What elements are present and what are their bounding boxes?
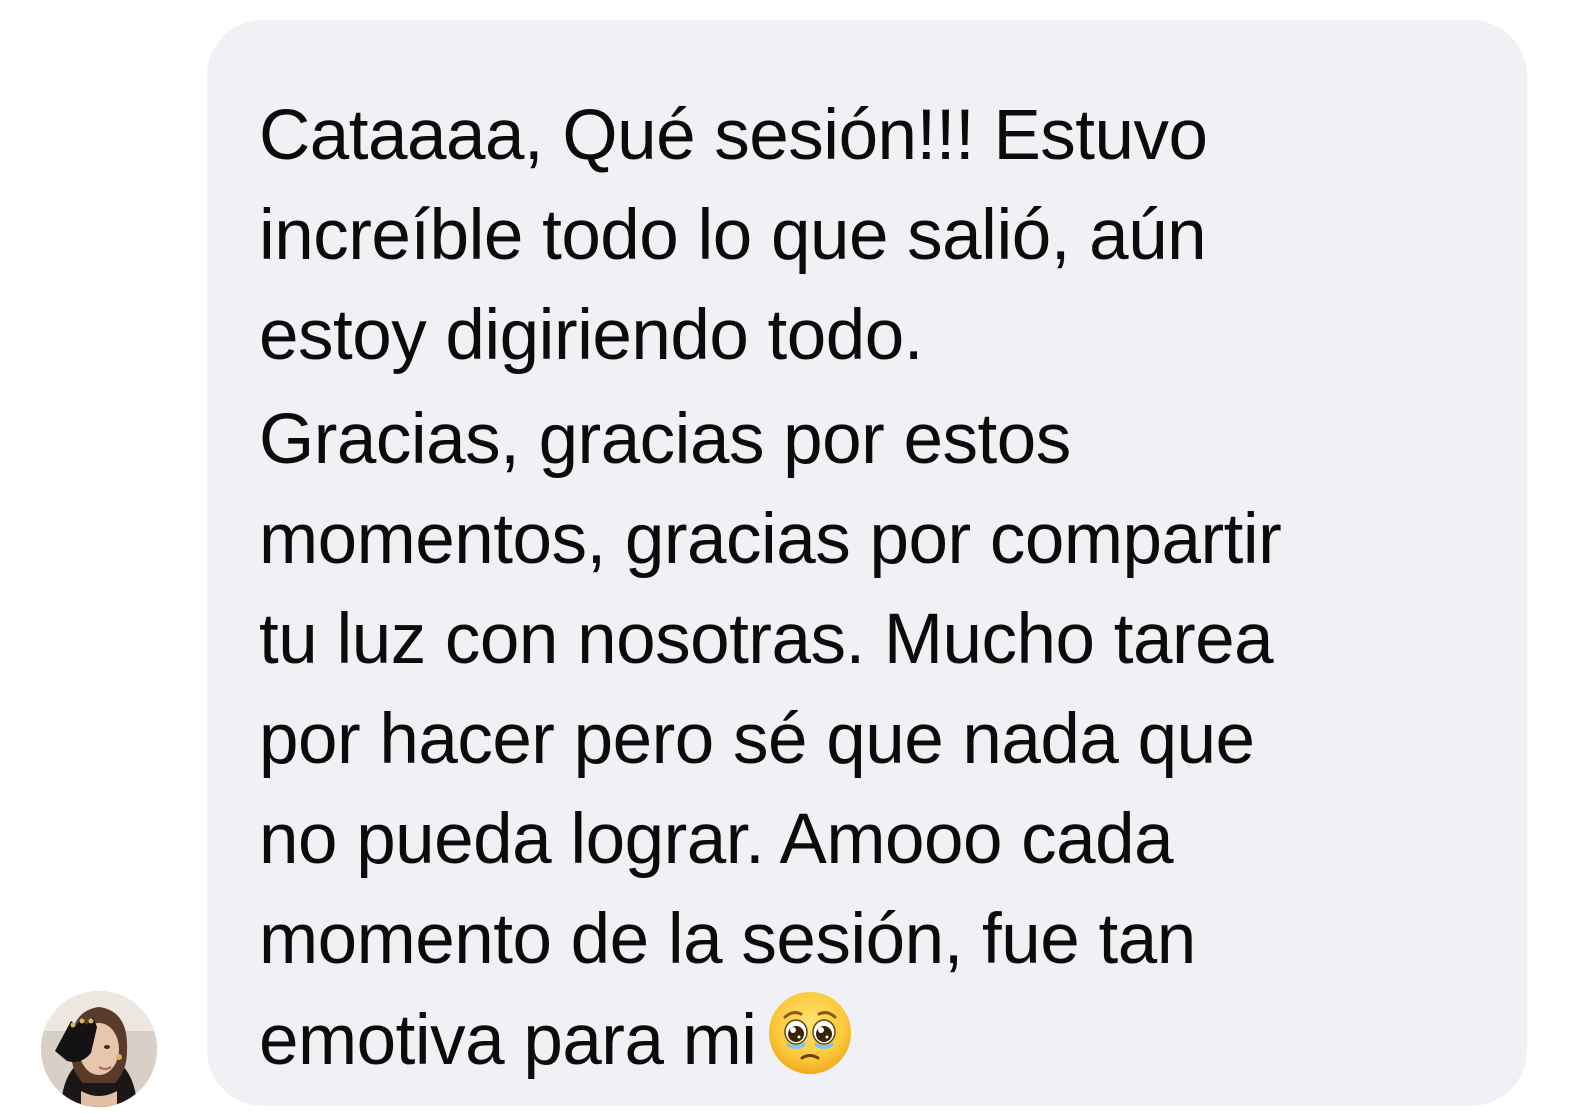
message-line: increíble todo lo que salió, aún [259,196,1207,275]
message-line-text: emotiva para mi [259,1001,757,1080]
message-line: por hacer pero sé que nada que [259,700,1255,779]
message-line: Gracias, gracias por estos [259,400,1071,479]
message-paragraph-2: Gracias, gracias por estos momentos, gra… [259,390,1487,1090]
profile-photo-icon [41,991,157,1107]
message-last-line: emotiva para mi [259,990,1487,1090]
message-line: no pueda lograr. Amooo cada [259,800,1174,879]
message-paragraph-1: Cataaaa, Qué sesión!!! Estuvo increíble … [259,86,1487,386]
message-bubble[interactable]: Cataaaa, Qué sesión!!! Estuvo increíble … [207,20,1527,1106]
message-line: Cataaaa, Qué sesión!!! Estuvo [259,96,1208,175]
message-line: tu luz con nosotras. Mucho tarea [259,600,1274,679]
message-line: momentos, gracias por compartir [259,500,1282,579]
message-line: estoy digiriendo todo. [259,296,923,375]
sender-avatar[interactable] [41,991,157,1107]
pleading-face-emoji-icon [767,990,853,1076]
message-line: momento de la sesión, fue tan [259,900,1196,979]
